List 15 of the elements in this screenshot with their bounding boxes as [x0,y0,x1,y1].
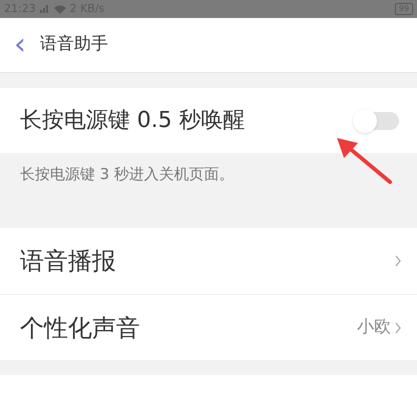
chevron-right-icon [395,322,401,334]
setting-label: 长按电源键 0.5 秒唤醒 [20,107,246,135]
toggle-switch[interactable] [353,112,399,130]
settings-row[interactable]: 长按电源键 0.5 秒唤醒 [0,88,417,153]
settings-row[interactable]: 语音播报 [0,228,417,294]
chevron-right-icon [395,255,401,267]
setting-label: 个性化声音 [20,312,141,344]
page-title: 语音助手 [40,33,108,56]
wifi-icon [54,4,66,14]
setting-label: 语音播报 [20,246,117,277]
signal-icon [40,5,50,13]
settings-row[interactable]: 个性化声音 小欧 [0,294,417,360]
back-button[interactable]: ‹ [14,30,26,60]
setting-description: 长按电源键 3 秒进入关机页面。 [20,164,234,185]
setting-value: 小欧 [357,316,391,339]
